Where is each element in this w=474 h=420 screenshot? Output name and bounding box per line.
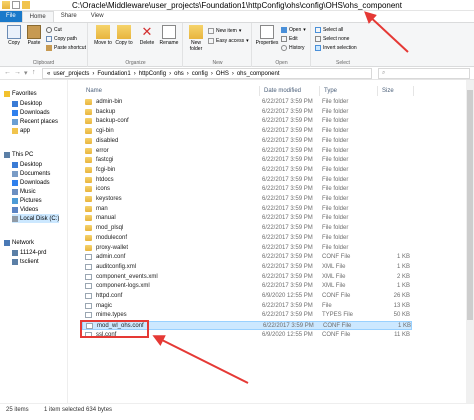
file-arrow <box>152 335 249 384</box>
annotation-arrows <box>152 11 409 384</box>
title-arrow <box>364 11 409 53</box>
